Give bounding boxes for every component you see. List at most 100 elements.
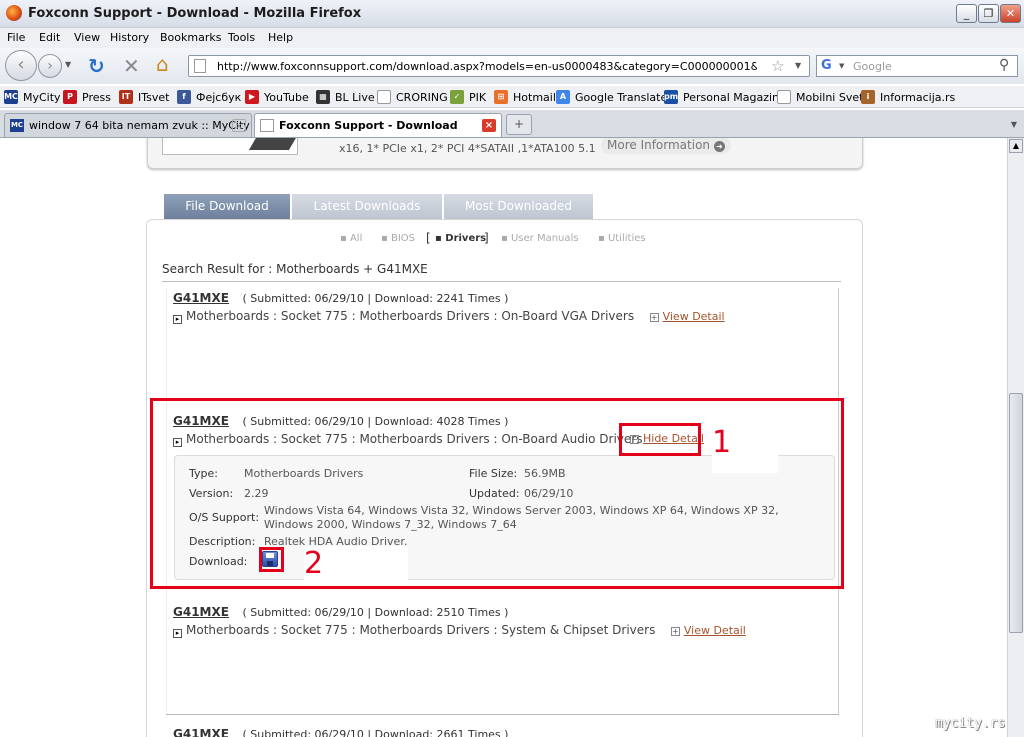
- grid-icon: ▦: [316, 90, 330, 104]
- filter-user-manuals[interactable]: ▪ User Manuals: [501, 233, 579, 244]
- highlight-hide-detail: [619, 423, 701, 456]
- address-bar[interactable]: http://www.foxconnsupport.com/download.a…: [188, 55, 810, 77]
- bookmark-mycity[interactable]: MC MyCity: [4, 89, 61, 105]
- vertical-scrollbar[interactable]: ▲: [1007, 138, 1024, 737]
- search-engine-dropdown-icon[interactable]: ▼: [839, 62, 844, 70]
- plus-icon: +: [649, 313, 659, 322]
- forward-button[interactable]: ›: [38, 54, 62, 78]
- mycity-icon: MC: [10, 119, 24, 132]
- history-dropdown-icon[interactable]: ▼: [65, 60, 71, 69]
- star-icon[interactable]: ☆: [771, 57, 784, 75]
- annotation-number-1: 1: [712, 425, 778, 473]
- product-info-panel: x16, 1* PCIe x1, 2* PCI 4*SATAII ,1*ATA1…: [147, 138, 863, 169]
- bookmark-facebook[interactable]: f Фејсбук: [177, 89, 241, 105]
- facebook-icon: f: [177, 90, 191, 104]
- scroll-up-icon[interactable]: ▲: [1009, 139, 1023, 153]
- magnifier-icon[interactable]: ⚲: [999, 57, 1009, 73]
- press-icon: P: [63, 90, 77, 104]
- close-tab-icon[interactable]: ×: [232, 119, 246, 132]
- driver-meta: ( Submitted: 06/29/10 | Download: 2510 T…: [242, 606, 509, 619]
- filter-utilities[interactable]: ▪ Utilities: [598, 233, 646, 244]
- menu-help[interactable]: Help: [268, 31, 293, 44]
- close-button[interactable]: ✕: [1000, 4, 1021, 23]
- tab-most-downloaded[interactable]: Most Downloaded: [444, 194, 593, 219]
- filter-drivers[interactable]: ▪ Drivers: [435, 233, 486, 244]
- view-detail-toggle[interactable]: + View Detail: [649, 310, 725, 323]
- list-item: G41MXE ( Submitted: 06/29/10 | Download:…: [173, 605, 508, 619]
- menu-file[interactable]: File: [7, 31, 25, 44]
- youtube-icon: ▶: [245, 90, 259, 104]
- bookmark-youtube[interactable]: ▶ YouTube: [245, 89, 309, 105]
- url-dropdown-icon[interactable]: ▼: [795, 61, 801, 70]
- menu-view[interactable]: View: [74, 31, 100, 44]
- reload-icon[interactable]: ↻: [88, 54, 105, 78]
- list-tabs-icon[interactable]: ▼: [1006, 115, 1022, 135]
- search-placeholder: Google: [853, 60, 892, 73]
- menu-edit[interactable]: Edit: [39, 31, 60, 44]
- web-content: x16, 1* PCIe x1, 2* PCI 4*SATAII ,1*ATA1…: [0, 138, 1007, 737]
- window-title: Foxconn Support - Download - Mozilla Fir…: [28, 6, 362, 21]
- menu-bar: File Edit View History Bookmarks Tools H…: [0, 28, 1024, 48]
- home-icon[interactable]: ⌂: [156, 52, 169, 76]
- menu-history[interactable]: History: [110, 31, 149, 44]
- list-item: G41MXE ( Submitted: 06/29/10 | Download:…: [173, 727, 508, 737]
- bookmark-google-translate[interactable]: A Google Translate: [556, 89, 667, 105]
- filter-all[interactable]: ▪ All: [340, 233, 362, 244]
- stop-icon[interactable]: ✕: [123, 54, 140, 78]
- bookmark-croring[interactable]: CRORING: [377, 89, 448, 105]
- tab-latest-downloads[interactable]: Latest Downloads: [292, 194, 442, 219]
- bookmark-bl-live[interactable]: ▦ BL Live: [316, 89, 375, 105]
- tab-foxconn[interactable]: Foxconn Support - Download ×: [254, 113, 502, 137]
- watermark: mycity.rs: [935, 716, 1006, 731]
- filter-bracket-open: [: [426, 231, 431, 245]
- driver-name-link[interactable]: G41MXE: [173, 605, 229, 619]
- divider: [162, 281, 841, 282]
- pik-icon: ✓: [450, 90, 464, 104]
- menu-bookmarks[interactable]: Bookmarks: [160, 31, 221, 44]
- back-button[interactable]: ‹: [5, 50, 37, 81]
- driver-meta: ( Submitted: 06/29/10 | Download: 2241 T…: [242, 292, 509, 305]
- new-tab-button[interactable]: +: [506, 114, 532, 135]
- arrow-icon: ▸: [173, 315, 182, 324]
- tab-mycity[interactable]: MC window 7 64 bita nemam zvuk :: MyCity…: [4, 113, 252, 137]
- bookmarks-toolbar: MC MyCity P Press IT ITsvet f Фејсбук ▶ YouTu…: [0, 86, 1024, 108]
- view-detail-toggle[interactable]: + View Detail: [670, 624, 746, 637]
- google-icon[interactable]: G: [821, 58, 832, 73]
- minimize-button[interactable]: _: [956, 4, 977, 23]
- menu-tools[interactable]: Tools: [228, 31, 255, 44]
- driver-name-link[interactable]: G41MXE: [173, 727, 229, 737]
- arrow-icon: ▸: [173, 629, 182, 638]
- driver-name-link[interactable]: G41MXE: [173, 291, 229, 305]
- maximize-button[interactable]: ❐: [978, 4, 999, 23]
- filter-bios[interactable]: ▪ BIOS: [381, 233, 415, 244]
- pm-icon: pm: [664, 90, 678, 104]
- highlight-download: [259, 547, 284, 572]
- tab-file-download[interactable]: File Download: [164, 194, 290, 219]
- page-icon: [777, 90, 791, 104]
- bookmark-hotmail[interactable]: ⊞ Hotmail: [494, 89, 556, 105]
- bookmark-itsvet[interactable]: IT ITsvet: [119, 89, 169, 105]
- mycity-icon: MC: [4, 90, 18, 104]
- firefox-icon: [6, 5, 22, 21]
- search-box[interactable]: G ▼ Google ⚲: [816, 55, 1018, 77]
- plus-icon: +: [670, 627, 680, 636]
- bookmark-pik[interactable]: ✓ PIK: [450, 89, 486, 105]
- product-spec: x16, 1* PCIe x1, 2* PCI 4*SATAII ,1*ATA1…: [339, 142, 596, 155]
- bookmark-informacija[interactable]: i Informacija.rs: [861, 89, 955, 105]
- driver-breadcrumb: ▸ Motherboards : Socket 775 : Motherboard…: [173, 309, 725, 324]
- page-icon: [260, 119, 274, 132]
- scrollbar-thumb[interactable]: [1009, 393, 1023, 633]
- more-information-button[interactable]: More Information ➜: [601, 138, 731, 154]
- title-bar: Foxconn Support - Download - Mozilla Fir…: [0, 0, 1024, 28]
- translate-icon: A: [556, 90, 570, 104]
- driver-breadcrumb: ▸ Motherboards : Socket 775 : Motherboard…: [173, 623, 746, 638]
- close-tab-icon[interactable]: ×: [482, 119, 496, 132]
- product-image: [162, 138, 298, 155]
- bookmark-press[interactable]: P Press: [63, 89, 111, 105]
- arrow-right-icon: ➜: [713, 141, 725, 152]
- info-icon: i: [861, 90, 875, 104]
- bookmark-personal-magazin[interactable]: pm Personal Magazin: [664, 89, 779, 105]
- search-result-text: Search Result for : Motherboards + G41MX…: [162, 262, 428, 276]
- list-item: G41MXE ( Submitted: 06/29/10 | Download:…: [173, 291, 508, 305]
- bookmark-mobilni-svet[interactable]: Mobilni Svet: [777, 89, 863, 105]
